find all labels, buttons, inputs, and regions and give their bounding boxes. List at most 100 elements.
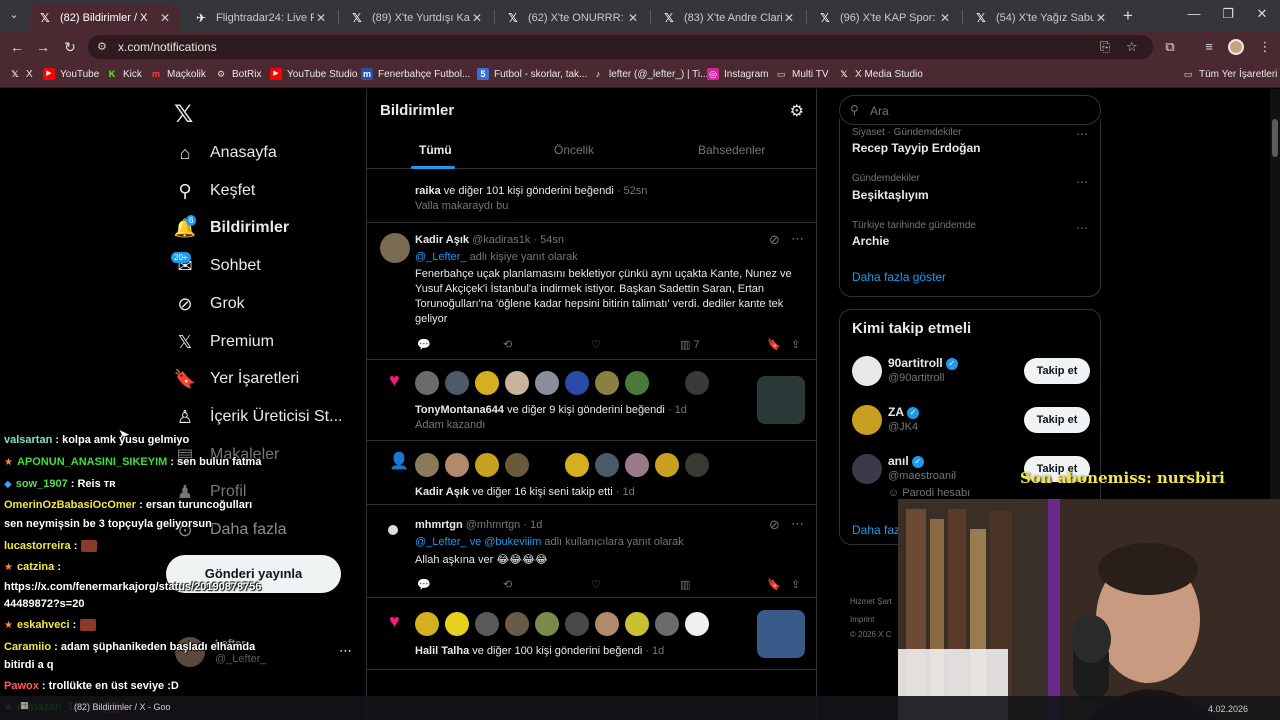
more-options-icon[interactable]: ⋯ bbox=[791, 231, 804, 247]
scrollbar-thumb[interactable] bbox=[1272, 119, 1278, 157]
footer-link[interactable]: Imprint bbox=[850, 615, 874, 624]
extensions-icon[interactable]: ⧉ bbox=[1161, 39, 1179, 55]
install-app-icon[interactable]: ⎘ bbox=[1100, 39, 1110, 55]
avatar[interactable] bbox=[625, 371, 649, 395]
close-tab-icon[interactable]: ✕ bbox=[158, 11, 172, 25]
browser-profile-avatar[interactable] bbox=[1228, 39, 1244, 55]
notification-actor[interactable]: TonyMontana644 bbox=[415, 404, 504, 416]
avatar[interactable] bbox=[852, 356, 882, 386]
avatar[interactable] bbox=[505, 453, 529, 477]
reply-mention[interactable]: @_Lefter_ ve @bukeviiim bbox=[415, 536, 541, 548]
avatar[interactable] bbox=[445, 371, 469, 395]
notification-item[interactable]: ♥ Halil Talha ve diğer 100 kişi gönderin… bbox=[367, 598, 816, 670]
avatar[interactable] bbox=[565, 612, 589, 636]
author-name[interactable]: Kadir Aşık bbox=[415, 234, 469, 246]
url-text[interactable]: x.com/notifications bbox=[118, 40, 217, 54]
bookmark-item[interactable]: ▶ YouTube Studio bbox=[270, 68, 357, 80]
avatar[interactable] bbox=[535, 371, 559, 395]
bookmark-item[interactable]: 𝕏X bbox=[9, 68, 32, 80]
minimize-icon[interactable]: — bbox=[1184, 6, 1204, 21]
retweet-icon[interactable]: ⟲ bbox=[503, 338, 512, 351]
account-name[interactable]: anıl ✓ bbox=[888, 454, 924, 468]
avatar[interactable] bbox=[655, 453, 679, 477]
browser-menu-icon[interactable]: ⋮ bbox=[1256, 39, 1274, 55]
bookmark-item[interactable]: K Kick bbox=[106, 68, 142, 80]
site-info-icon[interactable]: ⚙ bbox=[97, 40, 107, 53]
nav-item-explore[interactable]: ⚲ Keşfet bbox=[174, 180, 255, 202]
avatar[interactable] bbox=[445, 612, 469, 636]
more-options-icon[interactable]: ⋯ bbox=[339, 643, 352, 659]
views-icon[interactable]: ▥ bbox=[680, 578, 690, 591]
close-tab-icon[interactable]: ✕ bbox=[938, 11, 952, 25]
avatar[interactable] bbox=[595, 612, 619, 636]
more-options-icon[interactable]: ⋯ bbox=[1076, 175, 1088, 189]
show-more-link[interactable]: Daha fazla göster bbox=[852, 270, 946, 284]
close-window-icon[interactable]: ✕ bbox=[1252, 6, 1272, 22]
nav-item-bookmarks[interactable]: 🔖 Yer İşaretleri bbox=[174, 368, 299, 390]
avatar[interactable] bbox=[415, 612, 439, 636]
tab-priority[interactable]: Öncelik bbox=[554, 143, 594, 157]
notification-actor[interactable]: Halil Talha bbox=[415, 645, 469, 657]
close-tab-icon[interactable]: ✕ bbox=[1094, 11, 1108, 25]
avatar[interactable] bbox=[625, 453, 649, 477]
post-thumbnail[interactable] bbox=[757, 376, 805, 424]
bookmark-star-icon[interactable]: ☆ bbox=[1126, 39, 1138, 55]
show-more-link[interactable]: Daha faz bbox=[852, 523, 900, 537]
close-tab-icon[interactable]: ✕ bbox=[782, 11, 796, 25]
media-control-icon[interactable]: ≡ bbox=[1200, 39, 1218, 54]
avatar[interactable] bbox=[685, 371, 709, 395]
avatar[interactable] bbox=[475, 612, 499, 636]
more-options-icon[interactable]: ⋯ bbox=[791, 516, 804, 532]
avatar[interactable] bbox=[415, 453, 439, 477]
views-icon[interactable]: ▥ 7 bbox=[680, 338, 700, 351]
tab-all[interactable]: Tümü bbox=[419, 143, 452, 157]
browser-tab[interactable]: ✈ Flightradar24: Live Flight ✕ bbox=[186, 4, 336, 32]
grok-icon[interactable]: ⊘ bbox=[769, 517, 780, 533]
nav-item-home[interactable]: ⌂ Anasayfa bbox=[174, 142, 277, 164]
gear-icon[interactable]: ⚙ bbox=[790, 101, 804, 121]
notification-actor[interactable]: Kadir Aşık bbox=[415, 486, 469, 498]
avatar[interactable] bbox=[852, 454, 882, 484]
tab-search-chevron-icon[interactable]: ⌄ bbox=[6, 8, 22, 21]
bookmark-item[interactable]: ▶ YouTube bbox=[43, 68, 99, 80]
bookmark-item[interactable]: 5 Futbol - skorlar, tak... bbox=[477, 68, 587, 80]
new-tab-button[interactable]: + bbox=[1118, 6, 1138, 26]
bookmark-icon[interactable]: 🔖 bbox=[767, 578, 781, 591]
bookmark-item[interactable]: ⚙ BotRix bbox=[215, 68, 262, 80]
browser-tab[interactable]: 𝕏 (83) X'te Andre Clarindo: ✕ bbox=[654, 4, 804, 32]
avatar[interactable] bbox=[445, 453, 469, 477]
restore-icon[interactable]: ❐ bbox=[1218, 6, 1238, 22]
more-options-icon[interactable]: ⋯ bbox=[1076, 127, 1088, 141]
footer-link[interactable]: Hizmet Şart bbox=[850, 597, 892, 606]
bookmark-item[interactable]: ▭ Multi TV bbox=[775, 68, 829, 80]
avatar[interactable] bbox=[415, 371, 439, 395]
retweet-icon[interactable]: ⟲ bbox=[503, 578, 512, 591]
all-bookmarks-folder[interactable]: ▭ Tüm Yer İşaretleri bbox=[1182, 68, 1278, 80]
avatar[interactable] bbox=[380, 233, 410, 263]
browser-tab[interactable]: 𝕏 (89) X'te Yurtdışı Kaynakl ✕ bbox=[342, 4, 492, 32]
forward-arrow-icon[interactable]: → bbox=[34, 39, 52, 55]
notification-item[interactable]: 👤 Kadir Aşık ve diğer 16 kişi seni takip… bbox=[367, 441, 816, 505]
grok-icon[interactable]: ⊘ bbox=[769, 232, 780, 248]
share-icon[interactable]: ⇪ bbox=[791, 578, 800, 591]
avatar[interactable] bbox=[535, 612, 559, 636]
browser-tab[interactable]: 𝕏 (62) X'te ONURRR: "Enka ✕ bbox=[498, 4, 648, 32]
avatar[interactable] bbox=[685, 612, 709, 636]
follow-button[interactable]: Takip et bbox=[1024, 407, 1090, 433]
browser-tab[interactable]: 𝕏 (54) X'te Yağız Sabuncuo ✕ bbox=[966, 4, 1116, 32]
avatar[interactable] bbox=[852, 405, 882, 435]
taskbar-start-icon[interactable]: ▦ bbox=[20, 700, 29, 711]
avatar[interactable] bbox=[388, 525, 398, 535]
notification-actor[interactable]: raika bbox=[415, 185, 441, 197]
reply-notification[interactable]: Kadir Aşık @kadiras1k · 54sn ⊘ ⋯ @_Lefte… bbox=[367, 223, 816, 360]
avatar[interactable] bbox=[505, 612, 529, 636]
notification-item[interactable]: ♥ TonyMontana644 ve diğer 9 kişi gönderi… bbox=[367, 360, 816, 441]
avatar[interactable] bbox=[625, 612, 649, 636]
bookmark-item[interactable]: 𝕏 X Media Studio bbox=[838, 68, 922, 80]
avatar[interactable] bbox=[595, 371, 619, 395]
nav-item-creator-studio[interactable]: ♙ İçerik Üreticisi St... bbox=[174, 406, 343, 428]
avatar[interactable] bbox=[565, 371, 589, 395]
bookmark-item[interactable]: ♪ lefter (@_lefter_) | Ti... bbox=[592, 68, 709, 80]
account-name[interactable]: ZA ✓ bbox=[888, 405, 919, 419]
reload-icon[interactable]: ↻ bbox=[61, 39, 79, 56]
